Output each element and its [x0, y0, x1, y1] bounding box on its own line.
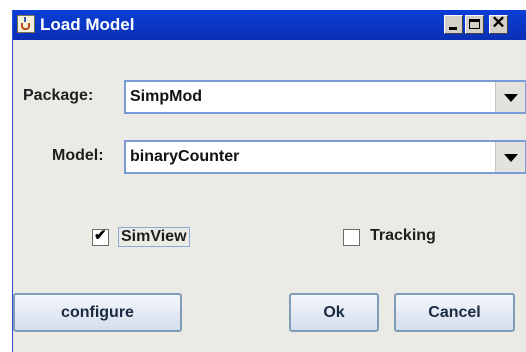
- package-combobox[interactable]: SimpMod: [124, 80, 526, 114]
- checkmark-icon: ✔: [94, 227, 107, 244]
- load-model-dialog: Load Model ✕ Package: SimpMod Model: bin…: [12, 10, 526, 352]
- ok-button[interactable]: Ok: [289, 293, 379, 332]
- java-cup-icon: [17, 15, 35, 33]
- simview-label[interactable]: SimView: [118, 227, 190, 247]
- tracking-checkbox[interactable]: [343, 229, 360, 246]
- close-icon: ✕: [491, 13, 506, 32]
- minimize-button[interactable]: [444, 15, 463, 34]
- simview-checkbox[interactable]: ✔: [92, 227, 109, 246]
- chevron-down-icon: [504, 94, 518, 102]
- model-label: Model:: [52, 147, 104, 164]
- chevron-down-icon: [504, 154, 518, 162]
- model-selected-value: binaryCounter: [130, 148, 240, 165]
- package-dropdown-button[interactable]: [495, 82, 525, 112]
- model-dropdown-button[interactable]: [495, 142, 525, 172]
- cancel-button[interactable]: Cancel: [394, 293, 515, 332]
- package-selected-value: SimpMod: [130, 88, 202, 105]
- steam-mark: [24, 17, 26, 22]
- maximize-button[interactable]: [465, 15, 484, 34]
- package-label: Package:: [23, 87, 94, 104]
- window-title: Load Model: [40, 15, 135, 34]
- title-bar[interactable]: Load Model ✕: [13, 10, 526, 40]
- close-button[interactable]: ✕: [489, 13, 508, 34]
- cup-mark: [21, 23, 30, 30]
- maximize-icon: [469, 19, 480, 29]
- tracking-label[interactable]: Tracking: [370, 227, 436, 245]
- model-combobox[interactable]: binaryCounter: [124, 140, 526, 174]
- configure-button[interactable]: configure: [13, 293, 182, 332]
- minimize-icon: [449, 27, 457, 30]
